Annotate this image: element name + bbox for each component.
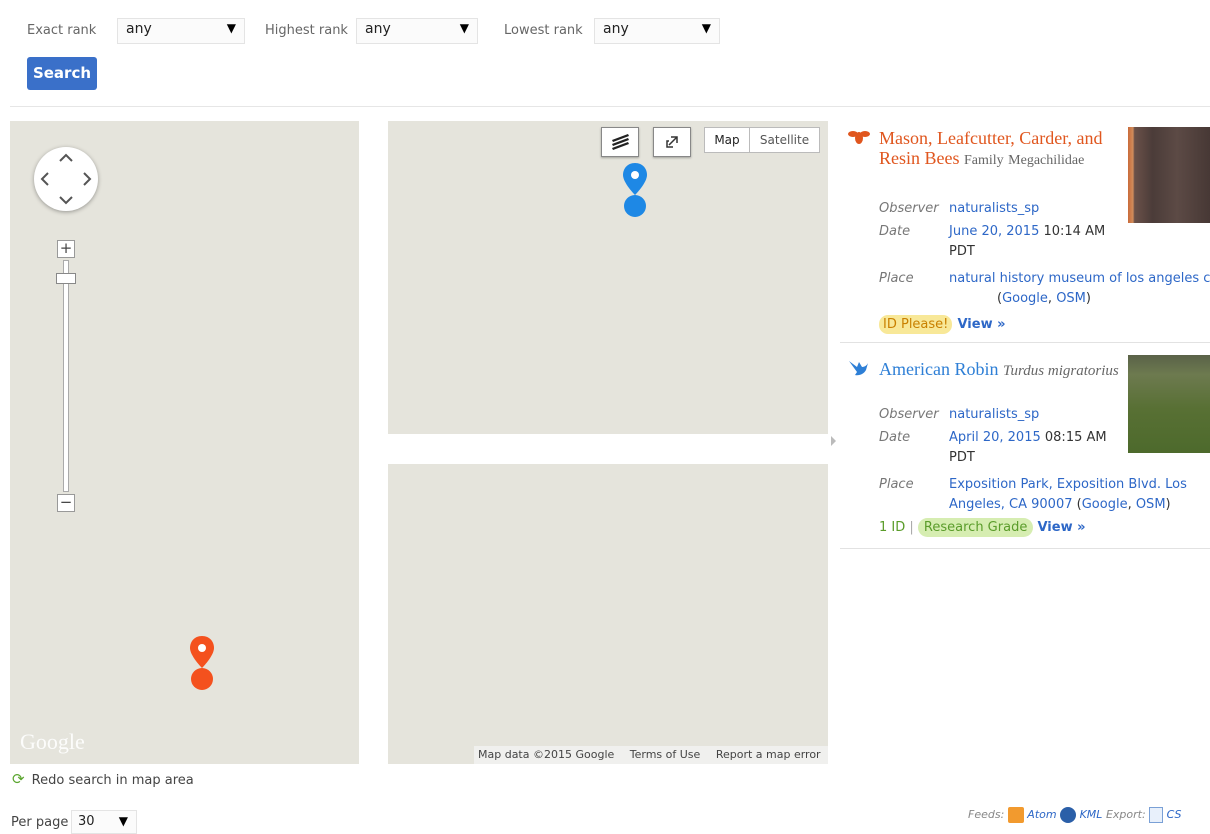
globe-icon	[1060, 807, 1077, 823]
zoom-slider-track[interactable]	[63, 260, 69, 492]
osm-map-link[interactable]: OSM	[1136, 497, 1166, 512]
exact-rank-label: Exact rank	[27, 23, 97, 38]
quality-badge: ID Please!	[879, 315, 953, 334]
result-divider	[840, 548, 1210, 549]
pan-control[interactable]	[34, 147, 98, 211]
per-page-select[interactable]: 30 ▼	[71, 810, 137, 834]
refresh-icon: ⟳	[12, 770, 25, 788]
common-name-link[interactable]: American Robin	[879, 359, 998, 379]
fullscreen-button[interactable]	[653, 127, 691, 157]
result-title[interactable]: Mason, Leafcutter, Carder, and Resin Bee…	[879, 128, 1119, 171]
csv-export-link[interactable]: CS	[1167, 808, 1182, 821]
place-value: Exposition Park, Exposition Blvd. Los An…	[949, 477, 1187, 512]
result-photo[interactable]	[1128, 127, 1210, 223]
highest-rank-label: Highest rank	[265, 23, 348, 38]
view-link[interactable]: View »	[957, 317, 1005, 332]
scientific-name: Turdus migratorius	[1002, 363, 1119, 379]
result-item-bees: Mason, Leafcutter, Carder, and Resin Bee…	[842, 124, 1210, 338]
zoom-out-button[interactable]: −	[57, 494, 75, 512]
date-link[interactable]: April 20, 2015	[949, 430, 1041, 445]
map-type-map[interactable]: Map	[704, 127, 750, 153]
taxon-rank: Family	[964, 153, 1004, 168]
spreadsheet-icon	[1149, 807, 1164, 823]
dropdown-arrow-icon: ▼	[701, 21, 711, 35]
place-link[interactable]: natural history museum of los angeles co…	[949, 271, 1210, 286]
search-button[interactable]: Search	[27, 57, 97, 90]
view-link[interactable]: View »	[1037, 520, 1085, 535]
date-value: April 20, 2015 08:15 AM PDT	[949, 428, 1119, 468]
filter-divider	[10, 106, 1210, 107]
osm-map-link[interactable]: OSM	[1056, 291, 1086, 306]
export-label: Export:	[1105, 808, 1146, 821]
place-label: Place	[879, 477, 914, 492]
map-type-satellite[interactable]: Satellite	[749, 127, 820, 153]
highest-rank-value: any	[365, 21, 391, 37]
per-page-label: Per page	[11, 815, 69, 830]
redo-search-link[interactable]: ⟳ Redo search in map area	[12, 769, 194, 788]
place-value: natural history museum of los angeles co…	[949, 269, 1210, 289]
bird-icon	[849, 361, 868, 376]
map-links: (Google, OSM)	[997, 291, 1091, 306]
timezone-text: PDT	[949, 450, 975, 465]
exact-rank-select[interactable]: any ▼	[117, 18, 245, 44]
map-attribution: Map data ©2015 Google Terms of Use Repor…	[474, 746, 828, 764]
result-status-row: 1 ID | Research Grade View »	[879, 518, 1086, 537]
exact-rank-value: any	[126, 21, 152, 37]
time-text: 08:15 AM	[1044, 430, 1107, 445]
observer-label: Observer	[879, 201, 939, 216]
observer-link[interactable]: naturalists_sp	[949, 405, 1039, 425]
result-item-robin: American Robin Turdus migratorius Observ…	[842, 354, 1210, 544]
lowest-rank-value: any	[603, 21, 629, 37]
place-label: Place	[879, 271, 914, 286]
redo-search-label: Redo search in map area	[31, 773, 194, 788]
google-logo: Google	[20, 729, 85, 754]
google-map-link[interactable]: Google	[1002, 291, 1048, 306]
result-status-row: ID Please! View »	[879, 313, 1006, 334]
blue-map-marker-icon[interactable]	[620, 161, 650, 219]
id-count[interactable]: 1 ID	[879, 520, 905, 535]
lowest-rank-label: Lowest rank	[504, 23, 583, 38]
highest-rank-select[interactable]: any ▼	[356, 18, 478, 44]
zoom-in-button[interactable]: +	[57, 240, 75, 258]
kml-feed-link[interactable]: KML	[1080, 808, 1103, 821]
result-divider	[840, 342, 1210, 343]
atom-feed-link[interactable]: Atom	[1027, 808, 1056, 821]
date-label: Date	[879, 430, 911, 445]
observer-label: Observer	[879, 407, 939, 422]
time-text: 10:14 AM	[1043, 224, 1106, 239]
separator: |	[909, 520, 914, 535]
date-label: Date	[879, 224, 911, 239]
date-value: June 20, 2015 10:14 AM PDT	[949, 222, 1119, 262]
dropdown-arrow-icon: ▼	[118, 814, 128, 828]
feeds-label: Feeds:	[968, 808, 1005, 821]
pan-arrows-icon	[40, 153, 92, 205]
quality-badge: Research Grade	[917, 518, 1034, 537]
scientific-name: Megachilidae	[1008, 153, 1085, 168]
zoom-slider-handle[interactable]	[56, 273, 76, 284]
map-data-text: Map data ©2015 Google	[478, 748, 615, 761]
map-panel-bottom[interactable]: Map data ©2015 Google Terms of Use Repor…	[388, 464, 828, 764]
layers-button[interactable]	[601, 127, 639, 157]
map-panel-top[interactable]: Map Satellite	[388, 121, 828, 434]
layers-icon	[612, 134, 629, 150]
rss-icon	[1007, 807, 1024, 823]
dropdown-arrow-icon: ▼	[459, 21, 469, 35]
expand-icon	[666, 136, 678, 148]
terms-of-use-link[interactable]: Terms of Use	[630, 748, 701, 761]
report-map-error-link[interactable]: Report a map error	[716, 748, 821, 761]
google-map-link[interactable]: Google	[1082, 497, 1128, 512]
map-panel-left[interactable]: + − Google	[10, 121, 359, 764]
panel-collapse-arrow-icon[interactable]	[831, 436, 836, 446]
result-title[interactable]: American Robin Turdus migratorius	[879, 359, 1119, 381]
per-page-value: 30	[78, 814, 95, 829]
dropdown-arrow-icon: ▼	[226, 21, 236, 35]
bee-icon	[848, 131, 870, 144]
date-link[interactable]: June 20, 2015	[949, 224, 1039, 239]
feeds-bar: Feeds: Atom KML Export: CS	[968, 807, 1182, 823]
timezone-text: PDT	[949, 244, 975, 259]
observer-link[interactable]: naturalists_sp	[949, 199, 1039, 219]
result-photo[interactable]	[1128, 355, 1210, 453]
orange-map-marker-icon[interactable]	[188, 634, 216, 692]
lowest-rank-select[interactable]: any ▼	[594, 18, 720, 44]
